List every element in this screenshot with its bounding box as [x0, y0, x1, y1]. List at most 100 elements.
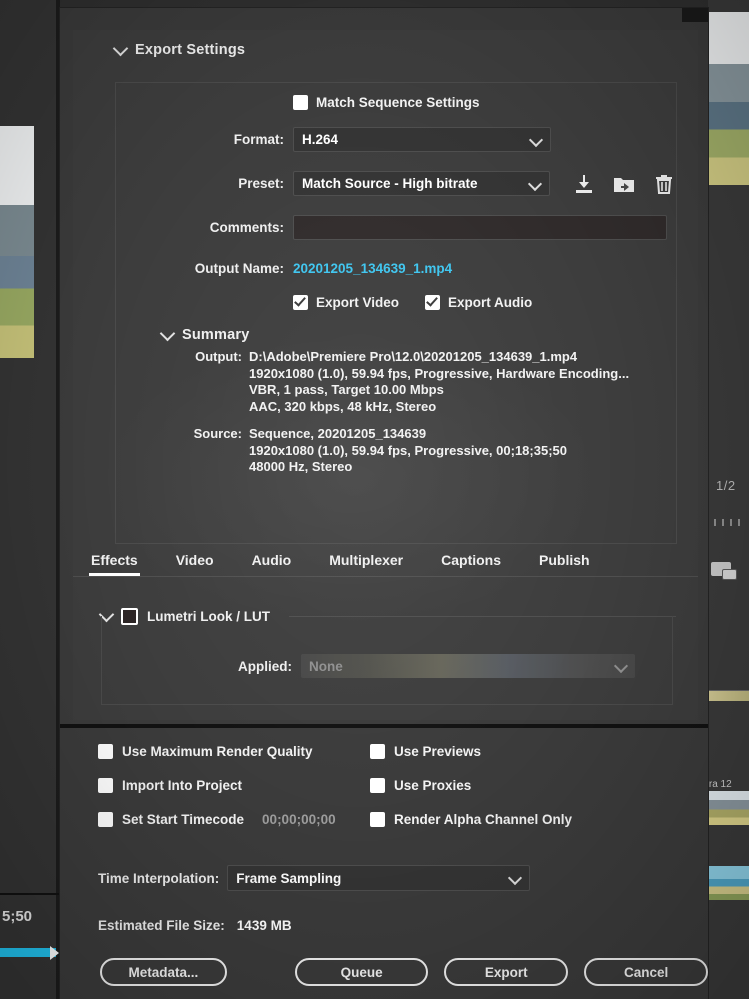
dialog-corner-notch — [682, 8, 708, 22]
lumetri-look-group-box: Applied: None — [101, 616, 673, 705]
delete-preset-icon[interactable] — [652, 172, 676, 196]
tab-publish[interactable]: Publish — [539, 552, 590, 576]
lumetri-look-panel: Lumetri Look / LUT Applied: None — [73, 606, 698, 718]
chevron-down-icon[interactable] — [508, 870, 523, 886]
summary-output-line: AAC, 320 kbps, 48 kHz, Stereo — [249, 398, 437, 414]
applied-lut-label: Applied: — [238, 658, 292, 674]
queue-button[interactable]: Queue — [294, 958, 429, 986]
applied-lut-value: None — [309, 658, 343, 674]
time-interpolation-row: Time Interpolation: Frame Sampling — [98, 865, 531, 891]
format-select-value: H.264 — [302, 132, 339, 147]
chevron-down-icon[interactable] — [613, 658, 629, 674]
applied-lut-select[interactable]: None — [301, 654, 635, 678]
chevron-down-icon[interactable] — [112, 40, 129, 56]
summary-source-line: 1920x1080 (1.0), 59.94 fps, Progressive,… — [249, 442, 567, 458]
use-proxies-checkbox[interactable] — [370, 778, 385, 793]
set-start-timecode-row[interactable]: Set Start Timecode 00;00;00;00 — [98, 812, 370, 827]
tab-captions[interactable]: Captions — [441, 552, 501, 576]
time-interpolation-value: Frame Sampling — [236, 870, 342, 886]
export-video-label: Export Video — [316, 295, 400, 310]
settings-tab-bar[interactable]: Effects Video Audio Multiplexer Captions… — [73, 552, 698, 577]
render-alpha-channel-only-label: Render Alpha Channel Only — [394, 812, 573, 827]
summary-output-row: Output: D:\Adobe\Premiere Pro\12.0\20201… — [158, 349, 676, 415]
bg-export-frame-icon — [711, 562, 737, 580]
preset-label: Preset: — [238, 176, 284, 191]
export-audio-row[interactable]: Export Audio — [425, 295, 532, 310]
options-row: Use Maximum Render Quality Use Previews — [98, 744, 658, 759]
tab-multiplexer[interactable]: Multiplexer — [329, 552, 403, 576]
export-settings-group-box: Match Sequence Settings Format: H.264 Pr… — [115, 82, 677, 544]
match-sequence-settings-row[interactable]: Match Sequence Settings — [293, 95, 480, 110]
premiere-export-settings-screen: 5;50 1/2 erra 12 Export Settings Match S… — [0, 0, 749, 999]
export-video-checkbox[interactable] — [293, 295, 308, 310]
estimated-file-size-row: Estimated File Size: 1439 MB — [98, 918, 292, 933]
options-row: Import Into Project Use Proxies — [98, 778, 658, 793]
summary-source-line: 48000 Hz, Stereo — [249, 459, 353, 474]
export-audio-label: Export Audio — [448, 295, 533, 310]
applied-lut-row[interactable]: Applied: None — [102, 654, 672, 678]
export-settings-header[interactable]: Export Settings — [73, 30, 698, 64]
time-interpolation-label: Time Interpolation: — [98, 870, 220, 886]
summary-output-line: 1920x1080 (1.0), 59.94 fps, Progressive,… — [249, 365, 630, 381]
summary-source-key: Source: — [193, 426, 242, 441]
dialog-title-strip — [60, 8, 708, 30]
export-audio-checkbox[interactable] — [425, 295, 441, 310]
bg-tick-marks — [706, 519, 740, 526]
summary-source-row: Source: Sequence, 20201205_134639 1920x1… — [158, 426, 676, 476]
import-preset-icon[interactable] — [612, 172, 636, 196]
options-row: Set Start Timecode 00;00;00;00 Render Al… — [98, 812, 658, 827]
export-settings-dialog: Export Settings Match Sequence Settings … — [60, 8, 708, 999]
use-maximum-render-quality-row[interactable]: Use Maximum Render Quality — [98, 744, 370, 759]
export-settings-title: Export Settings — [135, 42, 246, 58]
summary-output-key: Output: — [195, 349, 242, 364]
summary-source-line: Sequence, 20201205_134639 — [249, 426, 427, 441]
summary-title: Summary — [182, 327, 250, 343]
chevron-down-icon[interactable] — [528, 132, 544, 148]
summary-output-lines: D:\Adobe\Premiere Pro\12.0\20201205_1346… — [249, 349, 629, 415]
format-select[interactable]: H.264 — [293, 127, 551, 152]
import-into-project-row[interactable]: Import Into Project — [98, 778, 370, 793]
comments-input[interactable] — [293, 215, 667, 240]
metadata-button[interactable]: Metadata... — [100, 958, 227, 986]
export-options-grid: Use Maximum Render Quality Use Previews … — [98, 744, 658, 846]
chevron-down-icon[interactable] — [527, 176, 543, 192]
use-maximum-render-quality-checkbox[interactable] — [98, 744, 113, 759]
preset-tools — [572, 172, 676, 196]
chevron-down-icon[interactable] — [159, 325, 176, 341]
output-name-link[interactable]: 20201205_134639_1.mp4 — [293, 261, 452, 276]
import-into-project-checkbox[interactable] — [98, 778, 113, 793]
summary-output-line: VBR, 1 pass, Target 10.00 Mbps — [249, 382, 444, 397]
export-button[interactable]: Export — [444, 958, 569, 986]
preset-select[interactable]: Match Source - High bitrate — [293, 171, 550, 196]
match-sequence-settings-checkbox[interactable] — [293, 95, 308, 110]
tab-video[interactable]: Video — [176, 552, 214, 576]
use-previews-checkbox[interactable] — [370, 744, 385, 759]
export-video-row[interactable]: Export Video — [293, 295, 399, 310]
comments-label: Comments: — [209, 220, 284, 235]
render-alpha-channel-only-row[interactable]: Render Alpha Channel Only — [370, 812, 642, 827]
set-start-timecode-label: Set Start Timecode — [122, 812, 245, 827]
summary-output-line: D:\Adobe\Premiere Pro\12.0\20201205_1346… — [249, 349, 578, 364]
save-preset-icon[interactable] — [572, 172, 596, 196]
estimated-file-size-label: Estimated File Size: — [98, 918, 225, 933]
dialog-button-bar: Metadata... Queue Export Cancel — [60, 958, 708, 986]
output-name-label: Output Name: — [194, 261, 284, 276]
time-interpolation-select[interactable]: Frame Sampling — [227, 865, 531, 891]
use-previews-row[interactable]: Use Previews — [370, 744, 642, 759]
cancel-button[interactable]: Cancel — [584, 958, 708, 986]
import-into-project-label: Import Into Project — [122, 778, 243, 793]
set-start-timecode-checkbox[interactable] — [98, 812, 113, 827]
use-previews-label: Use Previews — [394, 744, 482, 759]
tab-audio[interactable]: Audio — [252, 552, 292, 576]
use-proxies-row[interactable]: Use Proxies — [370, 778, 642, 793]
render-alpha-channel-only-checkbox[interactable] — [370, 812, 385, 827]
export-settings-scroll-region[interactable]: Export Settings Match Sequence Settings … — [73, 30, 698, 720]
bg-timeline-timecode: 5;50 — [2, 908, 33, 925]
tab-effects[interactable]: Effects — [89, 552, 140, 576]
summary-header[interactable]: Summary — [116, 310, 676, 349]
summary-source-lines: Sequence, 20201205_134639 1920x1080 (1.0… — [249, 426, 567, 476]
use-maximum-render-quality-label: Use Maximum Render Quality — [122, 744, 313, 759]
bg-zoom-level-indicator: 1/2 — [716, 478, 736, 493]
bg-timeline-clip-bar — [0, 946, 59, 960]
start-timecode-value[interactable]: 00;00;00;00 — [262, 812, 336, 827]
